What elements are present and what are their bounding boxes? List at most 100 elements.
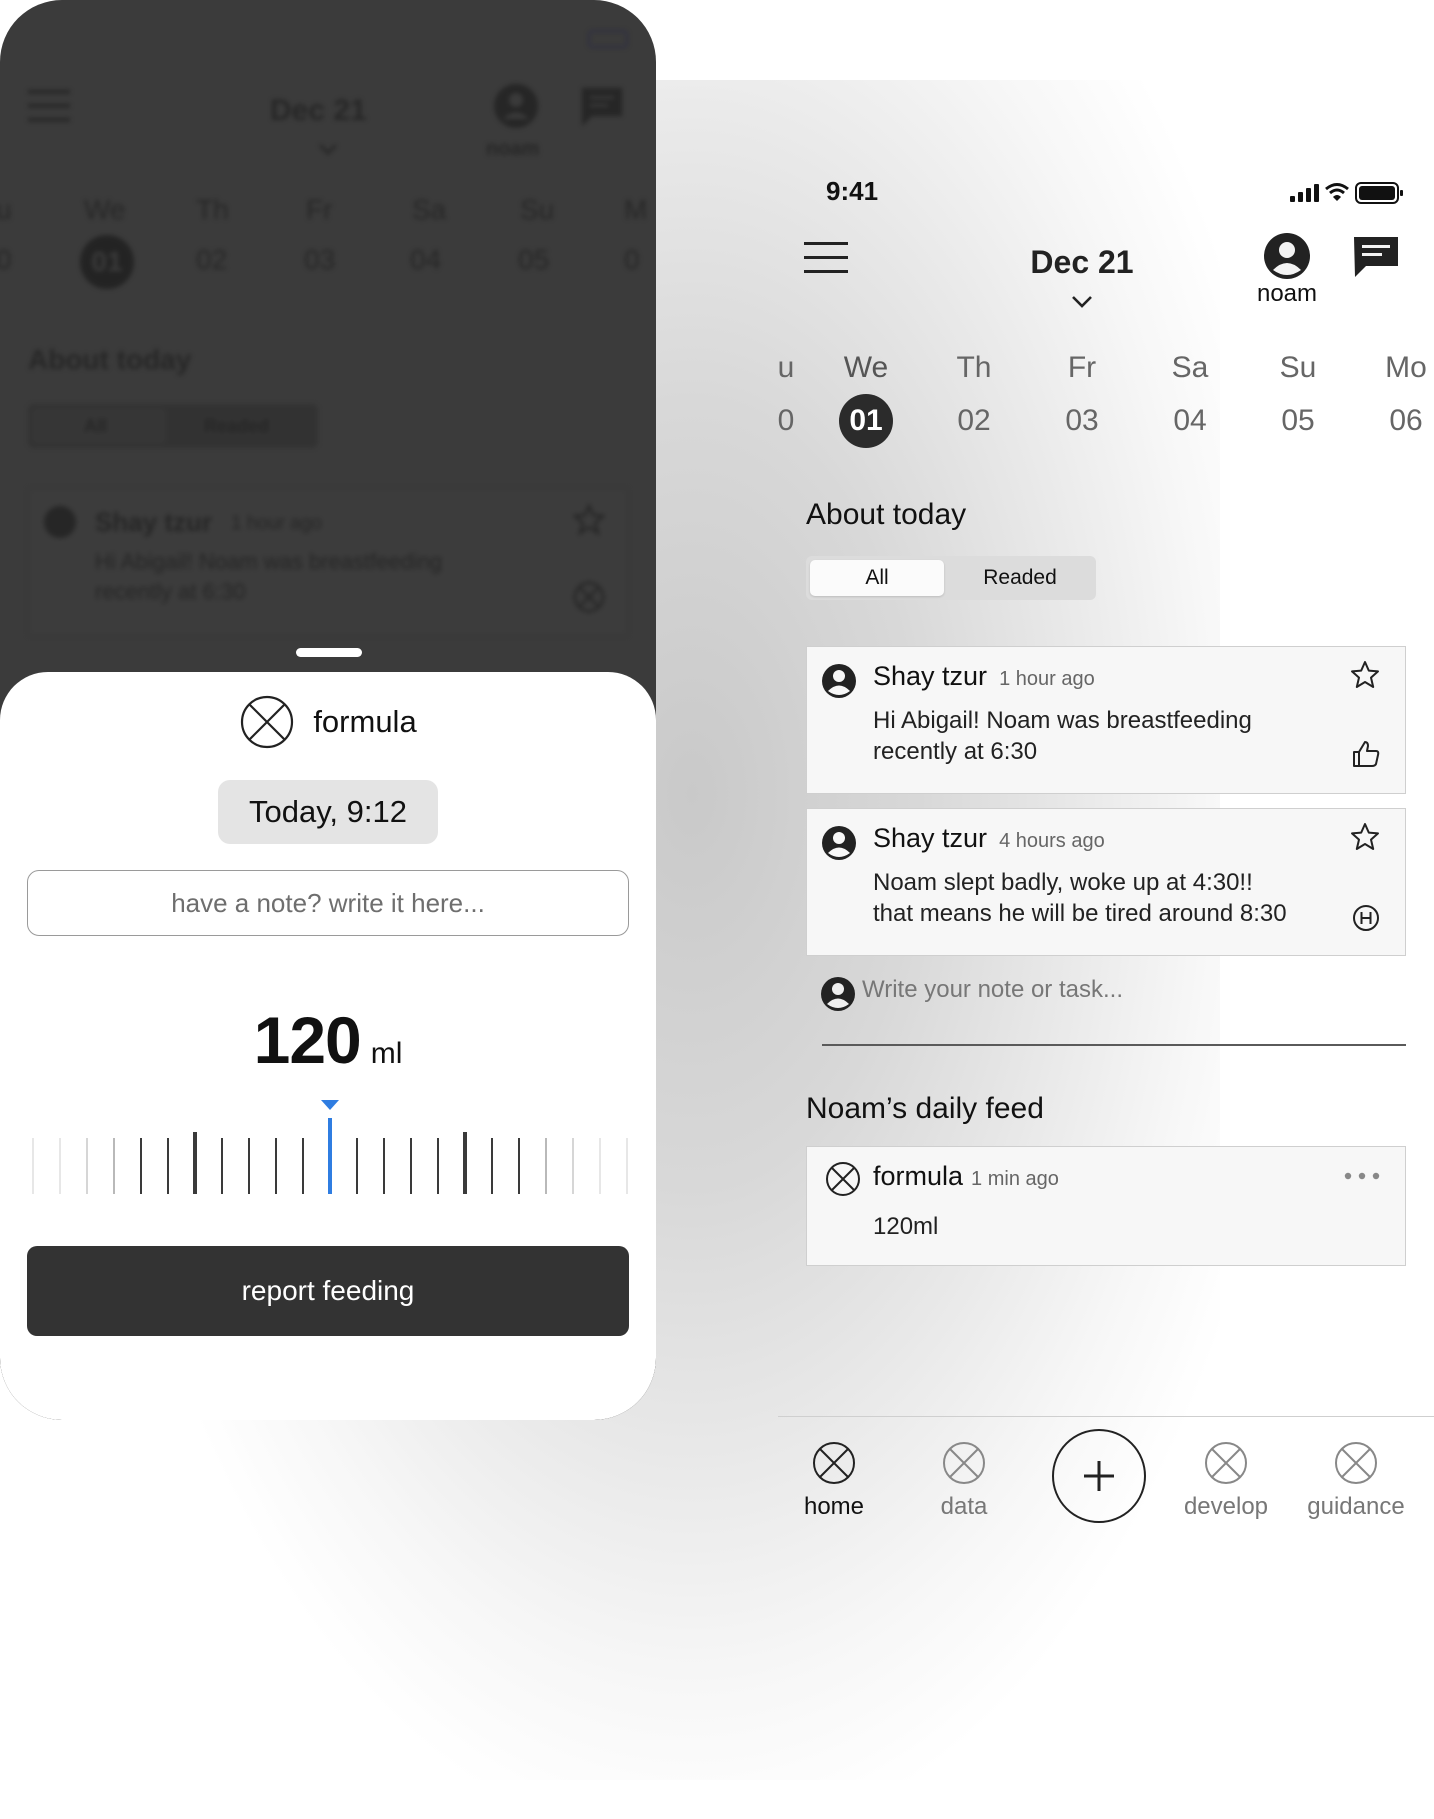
signal-icon — [1290, 184, 1319, 202]
time-picker-button[interactable]: Today, 9:12 — [218, 780, 438, 844]
filter-readed-tab[interactable]: Readed — [948, 560, 1092, 596]
dimmed-user-name: noam — [486, 138, 540, 160]
sheet-grabber[interactable] — [296, 648, 362, 657]
dimmed-day-name: Su — [520, 194, 555, 225]
note-compose — [806, 964, 1406, 1046]
circle-x-icon — [573, 581, 605, 613]
circle-x-icon — [813, 1442, 855, 1484]
feed-item-value: 120ml — [873, 1213, 939, 1240]
dimmed-day-num: 04 — [410, 244, 442, 275]
menu-icon[interactable] — [804, 240, 848, 276]
bottom-tab-bar: home data develop guidance — [778, 1416, 1434, 1546]
feed-item[interactable]: formula 1 min ago 120ml — [806, 1146, 1406, 1266]
note-time: 4 hours ago — [999, 830, 1105, 852]
day-item-selected[interactable]: We 01 — [826, 342, 906, 448]
dimmed-note-card: Shay tzur 1 hour ago Hi Abigail! Noam wa… — [28, 488, 628, 636]
dimmed-day-name: u — [0, 194, 12, 225]
filter-all-tab[interactable]: All — [810, 560, 944, 596]
dimmed-section-title: About today — [28, 344, 192, 375]
note-input[interactable] — [27, 870, 629, 936]
week-strip: u0 We 01 Th 02 Fr 03 Sa 04 Su 05 Mo 06 — [778, 342, 1434, 448]
dimmed-day-name: We — [84, 194, 126, 225]
note-card[interactable]: Shay tzur 1 hour ago Hi Abigail! Noam was… — [806, 646, 1406, 794]
chat-icon[interactable] — [1352, 234, 1400, 280]
user-avatar-icon — [1264, 233, 1310, 279]
daily-feed-title: Noam’s daily feed — [806, 1092, 1044, 1125]
note-author: Shay tzur 4 hours ago — [873, 823, 1105, 853]
dimmed-date: Dec 21 — [270, 94, 367, 127]
home-screen: 9:41 Dec 21 noam u0 We 01 Th 02 Fr 03 Sa… — [778, 0, 1434, 1819]
tab-guidance[interactable]: guidance — [1296, 1441, 1416, 1521]
day-item[interactable]: u0 — [778, 342, 826, 448]
note-time: 1 hour ago — [999, 668, 1095, 690]
user-avatar-icon — [822, 664, 856, 698]
dimmed-day-num: 03 — [304, 244, 336, 275]
more-options-icon[interactable] — [1343, 1171, 1381, 1181]
dimmed-day-name: Sa — [412, 194, 447, 225]
circle-x-icon — [826, 1162, 860, 1196]
menu-icon — [28, 90, 70, 122]
day-item[interactable]: Sa 04 — [1150, 342, 1230, 448]
day-item[interactable]: Su 05 — [1258, 342, 1338, 448]
star-icon — [573, 503, 605, 535]
user-avatar-icon — [821, 977, 855, 1011]
dimmed-filter: All Readed — [28, 404, 318, 448]
battery-icon — [1355, 182, 1403, 204]
about-today-title: About today — [806, 498, 967, 531]
note-card[interactable]: Shay tzur 4 hours ago Noam slept badly, w… — [806, 808, 1406, 956]
day-item[interactable]: Fr 03 — [1042, 342, 1122, 448]
profile-name: noam — [1256, 280, 1318, 307]
chevron-down-icon — [318, 143, 338, 156]
note-author: Shay tzur 1 hour ago — [873, 661, 1095, 691]
dimmed-day-num: 0 — [0, 244, 12, 275]
circle-x-icon — [241, 695, 294, 749]
dimmed-day-name: M — [624, 194, 648, 225]
report-feeding-button[interactable]: report feeding — [27, 1246, 629, 1336]
circle-x-icon — [1205, 1442, 1247, 1484]
dimmed-day-num: 02 — [196, 244, 228, 275]
thumbs-up-icon[interactable] — [1351, 739, 1381, 769]
dimmed-day-num: 05 — [518, 244, 550, 275]
wifi-icon — [1325, 183, 1349, 201]
date-selector[interactable]: Dec 21 — [1008, 244, 1156, 281]
h-circle-icon[interactable] — [1351, 903, 1381, 933]
amount-display: 120 ml — [0, 1002, 656, 1078]
ruler-pointer-icon — [321, 1100, 339, 1110]
circle-x-icon — [943, 1442, 985, 1484]
day-item[interactable]: Mo 06 — [1366, 342, 1434, 448]
dimmed-day-num: 0 — [624, 244, 640, 275]
chevron-down-icon[interactable] — [1070, 294, 1094, 310]
star-icon[interactable] — [1349, 821, 1381, 853]
dimmed-day-name: Fr — [306, 194, 333, 225]
dimmed-day-num: 01 — [80, 235, 134, 289]
tab-home[interactable]: home — [778, 1441, 894, 1521]
filter-segmented-control: All Readed — [806, 556, 1096, 600]
feed-item-title: formula 1 min ago — [873, 1161, 1059, 1191]
amount-value: 120 — [253, 1003, 362, 1077]
user-avatar-icon — [494, 84, 538, 128]
feeding-type-title: formula — [313, 704, 417, 739]
sheet-header: formula — [0, 694, 656, 750]
amount-ruler-slider[interactable] — [0, 1098, 656, 1194]
note-text: Noam slept badly, woke up at 4:30!! that … — [873, 869, 1287, 927]
battery-icon — [588, 30, 628, 48]
star-icon[interactable] — [1349, 659, 1381, 691]
tab-develop[interactable]: develop — [1166, 1441, 1286, 1521]
add-button[interactable] — [1052, 1429, 1146, 1523]
status-time: 9:41 — [826, 176, 879, 206]
note-task-input[interactable] — [862, 966, 1402, 1014]
input-underline — [822, 1044, 1406, 1046]
tab-data[interactable]: data — [904, 1441, 1024, 1521]
chat-icon — [582, 88, 622, 126]
profile-button[interactable]: noam — [1246, 232, 1328, 308]
note-text: Hi Abigail! Noam was breastfeeding recent… — [873, 707, 1252, 765]
user-avatar-icon — [822, 826, 856, 860]
amount-unit: ml — [370, 1037, 403, 1070]
status-icons — [1290, 182, 1403, 204]
dimmed-day-name: Th — [196, 194, 229, 225]
feed-item-time: 1 min ago — [971, 1168, 1059, 1190]
feeding-modal-screen: Dec 21 noam u 0 We 01 Th 02 Fr 03 Sa 04 … — [0, 0, 656, 1420]
day-item[interactable]: Th 02 — [934, 342, 1014, 448]
plus-icon — [1084, 1461, 1114, 1491]
circle-x-icon — [1335, 1442, 1377, 1484]
